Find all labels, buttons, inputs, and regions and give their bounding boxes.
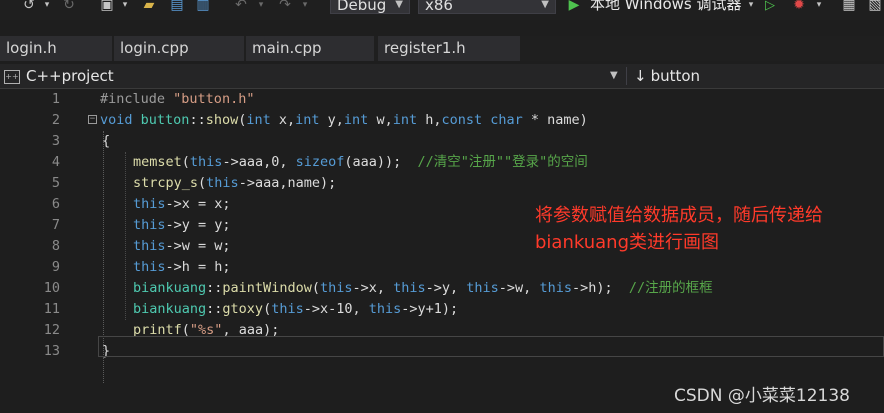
toolbar: ↺ ▾ ↻ ▣ ▾ ▰ ▤ ▥ ↶ ▾ ↷ ▾ Debug ▼ x86 ▼ ▶ …	[0, 0, 884, 20]
configuration-value: Debug	[337, 0, 387, 14]
code-text: biankuang::paintWindow(this->x, this->y,…	[133, 280, 713, 296]
tab-login-cpp[interactable]: login.cpp	[114, 36, 244, 61]
code-text: biankuang::gtoxy(this->x-10, this->y+1);	[133, 301, 459, 317]
code-line: 9 this->h = h;	[0, 257, 884, 278]
code-line: 10 biankuang::paintWindow(this->x, this-…	[0, 278, 884, 299]
code-text: this->y = y;	[133, 217, 231, 233]
start-debug-icon[interactable]: ▶	[566, 0, 582, 14]
code-line: 3 {	[0, 131, 884, 152]
line-number: 7	[51, 217, 60, 233]
line-number: 11	[43, 301, 60, 317]
line-number: 2	[51, 112, 60, 128]
toolbar-extra-icon[interactable]: ▦	[840, 0, 858, 14]
configuration-select[interactable]: Debug ▼	[330, 0, 410, 14]
run-dropdown-icon[interactable]: ▾	[746, 0, 756, 14]
redo-icon[interactable]: ↷	[276, 0, 294, 14]
code-line: 5 strcpy_s(this->aaa,name);	[0, 173, 884, 194]
line-number: 12	[43, 322, 60, 338]
code-line: 4 memset(this->aaa,0, sizeof(aaa)); //清空…	[0, 152, 884, 173]
annotation-line-1: 将参数赋值给数据成员，随后传递给	[535, 205, 823, 226]
watermark: CSDN @小菜菜12138	[674, 386, 850, 406]
code-line: 8 this->w = w;	[0, 236, 884, 257]
back-icon[interactable]: ↺	[20, 0, 38, 14]
navigation-bar: ++ C++project ▼ ↓ button	[0, 64, 884, 89]
line-number: 4	[51, 154, 60, 170]
open-folder-icon[interactable]: ▰	[140, 0, 158, 14]
tab-main-cpp[interactable]: main.cpp	[246, 36, 374, 61]
forward-icon[interactable]: ↻	[60, 0, 78, 14]
code-line: 2 − void button::show(int x,int y,int w,…	[0, 110, 884, 131]
tab-login-h[interactable]: login.h	[0, 36, 112, 61]
current-line-highlight	[98, 336, 884, 357]
chevron-down-icon: ▼	[541, 0, 549, 10]
document-tabs: login.h login.cpp main.cpp register1.h	[0, 36, 884, 61]
project-scope-label: C++project	[26, 67, 114, 85]
member-label: button	[650, 67, 701, 85]
collapse-icon[interactable]: −	[88, 115, 97, 124]
member-dropdown[interactable]: ↓ button	[634, 64, 700, 88]
line-number: 3	[51, 133, 60, 149]
annotation-line-2: biankuang类进行画图	[535, 232, 720, 253]
arrow-down-icon: ↓	[634, 67, 647, 85]
new-dropdown-icon[interactable]: ▾	[120, 0, 130, 14]
code-text: void button::show(int x,int y,int w,int …	[100, 112, 588, 128]
line-number: 1	[51, 91, 60, 107]
line-number: 13	[43, 343, 60, 359]
code-editor[interactable]: 1 #include "button.h" 2 − void button::s…	[0, 89, 884, 413]
save-icon[interactable]: ▤	[168, 0, 186, 14]
project-scope-dropdown[interactable]: ++ C++project	[4, 64, 114, 88]
toolbar-more-icon[interactable]: ▧	[866, 0, 884, 14]
back-dropdown-icon[interactable]: ▾	[42, 0, 52, 14]
code-text: {	[102, 133, 111, 149]
code-text: #include "button.h"	[100, 91, 255, 107]
code-line: 11 biankuang::gtoxy(this->x-10, this->y+…	[0, 299, 884, 320]
chevron-down-icon: ▼	[395, 0, 403, 10]
code-text: this->w = w;	[133, 238, 231, 254]
line-number: 8	[51, 238, 60, 254]
line-number: 6	[51, 196, 60, 212]
chevron-down-icon[interactable]: ▼	[610, 64, 618, 88]
code-line: 1 #include "button.h"	[0, 89, 884, 110]
tab-register1-h[interactable]: register1.h	[378, 36, 520, 61]
run-button[interactable]: 本地 Windows 调试器	[590, 0, 742, 14]
line-number: 5	[51, 175, 60, 191]
platform-select[interactable]: x86 ▼	[418, 0, 556, 14]
code-text: this->x = x;	[133, 196, 231, 212]
hot-reload-icon[interactable]: ✹	[790, 0, 808, 14]
start-without-debug-icon[interactable]: ▷	[762, 0, 778, 14]
platform-value: x86	[425, 0, 453, 14]
code-text: this->h = h;	[133, 259, 231, 275]
undo-icon[interactable]: ↶	[232, 0, 250, 14]
undo-dropdown-icon[interactable]: ▾	[256, 0, 266, 14]
line-number: 9	[51, 259, 60, 275]
hot-reload-dropdown-icon[interactable]: ▾	[814, 0, 824, 14]
new-project-icon[interactable]: ▣	[98, 0, 116, 14]
navbar-divider	[626, 67, 627, 85]
save-all-icon[interactable]: ▥	[194, 0, 212, 14]
redo-dropdown-icon[interactable]: ▾	[300, 0, 310, 14]
line-number: 10	[43, 280, 60, 296]
project-icon: ++	[4, 69, 20, 84]
code-text: strcpy_s(this->aaa,name);	[133, 175, 337, 191]
code-text: memset(this->aaa,0, sizeof(aaa)); //清空"注…	[133, 154, 588, 170]
